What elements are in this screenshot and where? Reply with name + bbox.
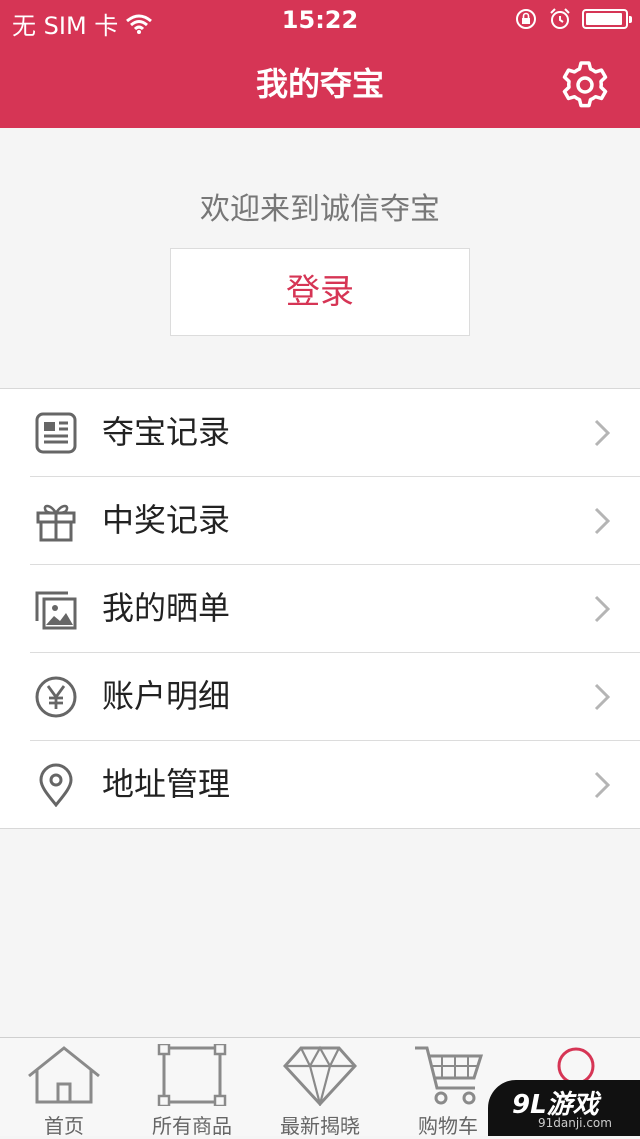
chevron-right-icon <box>594 595 610 623</box>
battery-icon <box>582 9 632 29</box>
menu-item-label: 中奖记录 <box>102 501 231 539</box>
menu-item-label: 地址管理 <box>102 765 231 803</box>
welcome-section: 欢迎来到诚信夺宝 登录 <box>0 128 640 388</box>
menu-item-account-details[interactable]: 账户明细 <box>30 652 640 740</box>
nav-bar: 我的夺宝 <box>0 40 640 128</box>
grid-icon <box>157 1044 227 1106</box>
tab-all-products[interactable]: 所有商品 <box>128 1038 256 1138</box>
menu-item-my-shares[interactable]: 我的晒单 <box>30 564 640 652</box>
gear-icon[interactable] <box>560 60 610 110</box>
photos-icon <box>35 591 77 630</box>
chevron-right-icon <box>594 419 610 447</box>
page-title: 我的夺宝 <box>255 65 384 103</box>
watermark-sub-text: 91danji.com <box>538 1116 612 1130</box>
menu-list: 夺宝记录 中奖记录 我的晒单 账户明细 地址管理 <box>0 388 640 829</box>
location-pin-icon <box>39 763 73 807</box>
status-indicators <box>514 7 632 31</box>
rotation-lock-icon <box>516 9 536 29</box>
menu-item-label: 我的晒单 <box>102 589 231 627</box>
menu-item-label: 夺宝记录 <box>102 413 231 451</box>
menu-item-winning-records[interactable]: 中奖记录 <box>30 476 640 564</box>
chevron-right-icon <box>594 771 610 799</box>
newspaper-icon <box>35 412 77 454</box>
home-icon <box>28 1046 100 1104</box>
welcome-text: 欢迎来到诚信夺宝 <box>200 192 440 227</box>
tab-label: 首页 <box>44 1114 84 1138</box>
menu-item-lottery-records[interactable]: 夺宝记录 <box>0 389 640 476</box>
login-button[interactable]: 登录 <box>170 248 470 336</box>
chevron-right-icon <box>594 507 610 535</box>
chevron-right-icon <box>594 683 610 711</box>
gift-icon <box>36 504 76 542</box>
diamond-icon <box>283 1045 357 1106</box>
tab-latest-reveal[interactable]: 最新揭晓 <box>256 1038 384 1138</box>
yen-icon <box>35 676 77 718</box>
cart-icon <box>415 1046 484 1105</box>
tab-label: 所有商品 <box>152 1114 232 1138</box>
watermark-logo: 9L游戏 91danji.com <box>488 1080 640 1136</box>
alarm-icon <box>550 8 570 29</box>
status-bar: 无 SIM 卡 15:22 <box>0 0 640 40</box>
tab-label: 最新揭晓 <box>280 1114 360 1138</box>
tab-home[interactable]: 首页 <box>0 1038 128 1138</box>
menu-item-address-management[interactable]: 地址管理 <box>30 740 640 828</box>
menu-item-label: 账户明细 <box>102 677 231 715</box>
